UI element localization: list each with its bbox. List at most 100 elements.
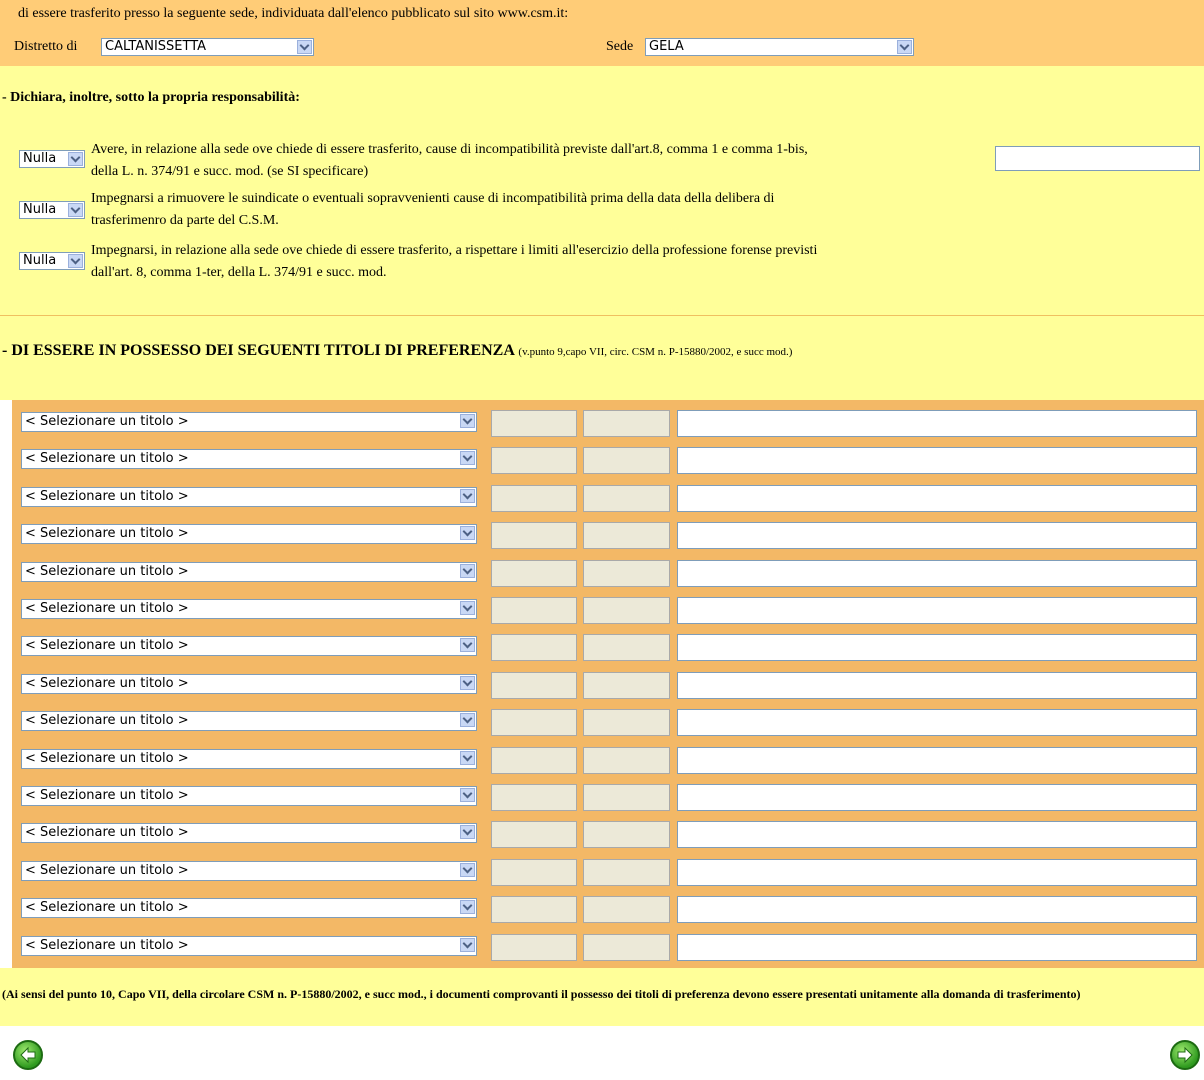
titolo-notes-input[interactable]: [677, 896, 1197, 923]
chevron-down-icon: [460, 676, 475, 690]
titolo-notes-input[interactable]: [677, 934, 1197, 961]
declaration-3-select-value: Nulla: [23, 253, 57, 268]
titolo-notes-input[interactable]: [677, 597, 1197, 624]
declaration-1-line2: della L. n. 374/91 e succ. mod. (se SI s…: [91, 164, 369, 179]
titolo-notes-input[interactable]: [677, 410, 1197, 437]
titolo-select-value: < Selezionare un titolo >: [25, 451, 189, 466]
chevron-down-icon: [460, 526, 475, 540]
titolo-field-1[interactable]: [491, 522, 577, 549]
titolo-select[interactable]: < Selezionare un titolo >: [21, 749, 477, 769]
back-button[interactable]: [13, 1040, 43, 1070]
titolo-notes-input[interactable]: [677, 522, 1197, 549]
distretto-select-value: CALTANISSETTA: [105, 39, 207, 54]
titolo-field-1[interactable]: [491, 560, 577, 587]
titolo-field-2[interactable]: [583, 560, 670, 587]
declaration-3-select[interactable]: Nulla: [19, 252, 85, 270]
titolo-select[interactable]: < Selezionare un titolo >: [21, 861, 477, 881]
titolo-notes-input[interactable]: [677, 634, 1197, 661]
titolo-select[interactable]: < Selezionare un titolo >: [21, 936, 477, 956]
titolo-select[interactable]: < Selezionare un titolo >: [21, 636, 477, 656]
titolo-field-2[interactable]: [583, 859, 670, 886]
titolo-notes-input[interactable]: [677, 672, 1197, 699]
titolo-select[interactable]: < Selezionare un titolo >: [21, 562, 477, 582]
titolo-field-2[interactable]: [583, 784, 670, 811]
declaration-3-line1: Impegnarsi, in relazione alla sede ove c…: [91, 243, 818, 258]
titolo-notes-input[interactable]: [677, 447, 1197, 474]
titolo-field-1[interactable]: [491, 597, 577, 624]
titolo-select[interactable]: < Selezionare un titolo >: [21, 786, 477, 806]
intro-text: di essere trasferito presso la seguente …: [18, 6, 569, 21]
sede-select-value: GELA: [649, 39, 684, 54]
titolo-select[interactable]: < Selezionare un titolo >: [21, 898, 477, 918]
titolo-notes-input[interactable]: [677, 560, 1197, 587]
titolo-notes-input[interactable]: [677, 821, 1197, 848]
titolo-notes-input[interactable]: [677, 485, 1197, 512]
titolo-field-2[interactable]: [583, 634, 670, 661]
titolo-notes-input[interactable]: [677, 859, 1197, 886]
titolo-field-2[interactable]: [583, 896, 670, 923]
chevron-down-icon: [460, 751, 475, 765]
declaration-2-text: Impegnarsi a rimuovere le suindicate o e…: [91, 188, 991, 232]
titolo-field-1[interactable]: [491, 634, 577, 661]
titolo-field-1[interactable]: [491, 447, 577, 474]
titolo-select[interactable]: < Selezionare un titolo >: [21, 449, 477, 469]
titolo-select[interactable]: < Selezionare un titolo >: [21, 412, 477, 432]
titolo-select[interactable]: < Selezionare un titolo >: [21, 711, 477, 731]
declaration-1-select[interactable]: Nulla: [19, 150, 85, 168]
titolo-notes-input[interactable]: [677, 784, 1197, 811]
titolo-field-2[interactable]: [583, 485, 670, 512]
titolo-field-1[interactable]: [491, 934, 577, 961]
titolo-field-2[interactable]: [583, 747, 670, 774]
chevron-down-icon: [68, 254, 83, 268]
titolo-select-value: < Selezionare un titolo >: [25, 601, 189, 616]
titolo-field-1[interactable]: [491, 896, 577, 923]
titolo-field-1[interactable]: [491, 784, 577, 811]
titolo-field-2[interactable]: [583, 709, 670, 736]
titolo-notes-input[interactable]: [677, 709, 1197, 736]
titolo-field-1[interactable]: [491, 672, 577, 699]
titolo-select-value: < Selezionare un titolo >: [25, 863, 189, 878]
titolo-field-2[interactable]: [583, 821, 670, 848]
titolo-select-value: < Selezionare un titolo >: [25, 751, 189, 766]
titolo-select[interactable]: < Selezionare un titolo >: [21, 823, 477, 843]
chevron-down-icon: [460, 938, 475, 952]
chevron-down-icon: [460, 414, 475, 428]
titolo-field-1[interactable]: [491, 410, 577, 437]
declaration-1-text: Avere, in relazione alla sede ove chiede…: [91, 139, 991, 183]
titolo-select[interactable]: < Selezionare un titolo >: [21, 487, 477, 507]
titolo-field-2[interactable]: [583, 934, 670, 961]
chevron-down-icon: [68, 203, 83, 217]
titolo-select-value: < Selezionare un titolo >: [25, 713, 189, 728]
distretto-select[interactable]: CALTANISSETTA: [101, 38, 314, 56]
titolo-select-value: < Selezionare un titolo >: [25, 676, 189, 691]
chevron-down-icon: [460, 900, 475, 914]
distretto-label: Distretto di: [14, 39, 78, 54]
titolo-select-value: < Selezionare un titolo >: [25, 526, 189, 541]
forward-button[interactable]: [1170, 1040, 1200, 1070]
titoli-heading-note: (v.punto 9,capo VII, circ. CSM n. P-1588…: [518, 346, 793, 358]
titolo-select-value: < Selezionare un titolo >: [25, 788, 189, 803]
titolo-select[interactable]: < Selezionare un titolo >: [21, 674, 477, 694]
titolo-field-1[interactable]: [491, 747, 577, 774]
titolo-notes-input[interactable]: [677, 747, 1197, 774]
titolo-select[interactable]: < Selezionare un titolo >: [21, 524, 477, 544]
titolo-field-1[interactable]: [491, 709, 577, 736]
chevron-down-icon: [897, 40, 912, 54]
titolo-field-2[interactable]: [583, 597, 670, 624]
titolo-field-1[interactable]: [491, 485, 577, 512]
arrow-left-icon: [20, 1046, 36, 1064]
titolo-select-value: < Selezionare un titolo >: [25, 900, 189, 915]
titolo-field-2[interactable]: [583, 672, 670, 699]
titolo-field-2[interactable]: [583, 522, 670, 549]
incompatibility-details-input[interactable]: [995, 146, 1200, 171]
titolo-field-1[interactable]: [491, 821, 577, 848]
titolo-select-value: < Selezionare un titolo >: [25, 489, 189, 504]
titolo-select-value: < Selezionare un titolo >: [25, 414, 189, 429]
titolo-select[interactable]: < Selezionare un titolo >: [21, 599, 477, 619]
chevron-down-icon: [460, 489, 475, 503]
titolo-field-1[interactable]: [491, 859, 577, 886]
declaration-2-select[interactable]: Nulla: [19, 201, 85, 219]
titolo-field-2[interactable]: [583, 447, 670, 474]
titolo-field-2[interactable]: [583, 410, 670, 437]
sede-select[interactable]: GELA: [645, 38, 914, 56]
